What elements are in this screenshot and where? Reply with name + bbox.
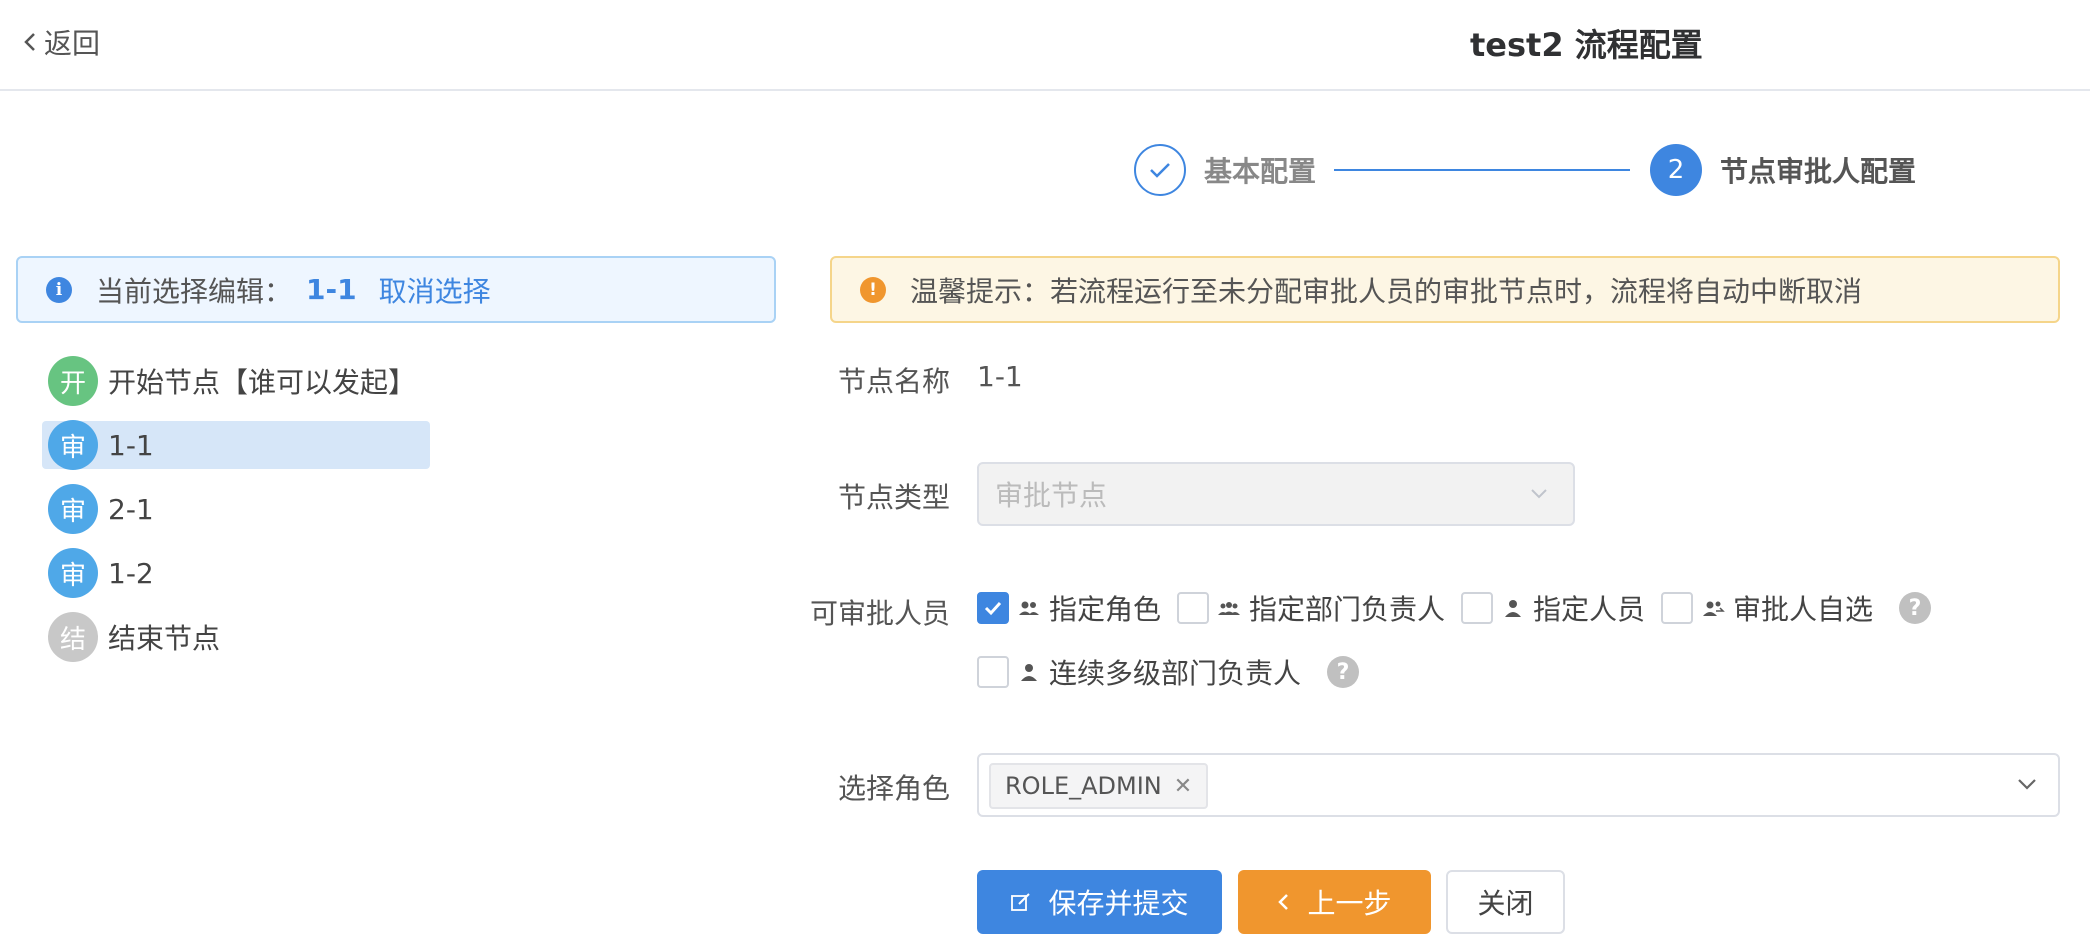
node-name-value: 1-1: [977, 360, 1023, 393]
option-self-select[interactable]: 审批人自选: [1661, 588, 1873, 628]
checkbox[interactable]: [977, 592, 1009, 624]
node-badge: 结: [48, 612, 98, 662]
node-badge: 审: [48, 548, 98, 598]
page-header: 返回 test2 流程配置: [0, 0, 2090, 91]
node-type-value: 审批节点: [995, 479, 1108, 512]
info-icon: i: [46, 276, 72, 303]
tree-node-start[interactable]: 开 开始节点【谁可以发起】: [48, 356, 430, 406]
option-label: 指定人员: [1533, 593, 1646, 626]
role-select[interactable]: ROLE_ADMIN ✕: [977, 753, 2060, 817]
option-label: 指定部门负责人: [1249, 593, 1446, 626]
warning-text: 温馨提示：若流程运行至未分配审批人员的审批节点时，流程将自动中断取消: [910, 274, 1863, 308]
selection-info-bar: i 当前选择编辑： 1-1 取消选择: [16, 256, 776, 323]
option-assign-user[interactable]: 指定人员: [1461, 588, 1645, 628]
approvers-label: 可审批人员: [809, 597, 950, 630]
help-icon[interactable]: ?: [1899, 592, 1932, 624]
user-icon: [1021, 664, 1037, 681]
selected-node: 1-1: [306, 273, 357, 306]
prev-step-button[interactable]: 上一步: [1238, 870, 1431, 934]
save-label: 保存并提交: [1048, 887, 1189, 920]
node-tree: 开 开始节点【谁可以发起】 审 1-1 审 2-1 审 1-2 结 结束节点: [42, 356, 431, 677]
close-button[interactable]: 关闭: [1446, 870, 1565, 934]
save-submit-button[interactable]: 保存并提交: [977, 870, 1222, 934]
chevron-down-icon: [1531, 489, 1547, 499]
step-approver-config[interactable]: 2 节点审批人配置: [1650, 144, 1916, 196]
chevron-down-icon: [2018, 779, 2036, 790]
approver-options: 指定角色 指定部门负责人 指定人员 审批人自选 ? 连续多级部门负责人 ?: [977, 588, 2087, 716]
node-badge: 开: [48, 356, 98, 406]
warning-icon: !: [860, 276, 886, 303]
users-icon: [1019, 601, 1039, 615]
node-type-select[interactable]: 审批节点: [977, 462, 1575, 526]
page-title: test2 流程配置: [1470, 26, 1703, 64]
help-icon[interactable]: ?: [1327, 656, 1360, 688]
node-label: 1-1: [108, 428, 154, 462]
tree-node-1-1[interactable]: 审 1-1: [42, 420, 431, 470]
user-switch-icon: [1703, 601, 1725, 616]
option-multi-level-dept-head[interactable]: 连续多级部门负责人: [977, 652, 1301, 692]
back-button[interactable]: 返回: [22, 22, 100, 62]
node-name-label: 节点名称: [837, 365, 950, 398]
checkbox[interactable]: [1177, 592, 1210, 624]
selection-text: 当前选择编辑：: [96, 274, 293, 308]
node-label: 1-2: [108, 556, 154, 590]
node-badge: 审: [48, 484, 98, 534]
group-icon: [1218, 602, 1241, 615]
step-basic-config[interactable]: 基本配置: [1134, 144, 1316, 196]
node-label: 开始节点【谁可以发起】: [108, 366, 417, 399]
tree-node-1-2[interactable]: 审 1-2: [48, 548, 430, 598]
step-label: 节点审批人配置: [1720, 155, 1917, 188]
tree-node-end[interactable]: 结 结束节点: [48, 612, 430, 662]
node-label: 结束节点: [108, 622, 221, 655]
check-icon: [1134, 144, 1186, 196]
option-label: 审批人自选: [1733, 593, 1874, 626]
node-label: 2-1: [108, 492, 154, 526]
option-dept-head[interactable]: 指定部门负责人: [1177, 588, 1445, 628]
step-number: 2: [1650, 144, 1702, 196]
role-tag: ROLE_ADMIN ✕: [989, 763, 1209, 809]
checkbox[interactable]: [1461, 592, 1494, 624]
role-label: 选择角色: [837, 772, 950, 805]
step-label: 基本配置: [1204, 155, 1317, 188]
prev-label: 上一步: [1307, 887, 1392, 920]
option-assign-role[interactable]: 指定角色: [977, 588, 1161, 628]
option-label: 指定角色: [1049, 593, 1162, 626]
back-label: 返回: [44, 27, 101, 60]
chevron-left-icon: [1278, 894, 1289, 910]
tree-node-2-1[interactable]: 审 2-1: [48, 484, 430, 534]
step-connector: [1334, 169, 1630, 171]
node-type-label: 节点类型: [837, 481, 950, 514]
checkbox[interactable]: [1661, 592, 1694, 624]
node-badge: 审: [48, 420, 98, 470]
option-label: 连续多级部门负责人: [1049, 657, 1302, 690]
cancel-selection-link[interactable]: 取消选择: [379, 270, 491, 310]
edit-icon: [1011, 893, 1031, 911]
checkbox[interactable]: [977, 656, 1009, 688]
tag-label: ROLE_ADMIN: [1005, 772, 1162, 800]
close-label: 关闭: [1477, 887, 1534, 920]
chevron-left-icon: [24, 33, 35, 51]
close-icon[interactable]: ✕: [1174, 774, 1192, 799]
warning-bar: ! 温馨提示：若流程运行至未分配审批人员的审批节点时，流程将自动中断取消: [830, 256, 2060, 323]
user-icon: [1505, 600, 1522, 617]
